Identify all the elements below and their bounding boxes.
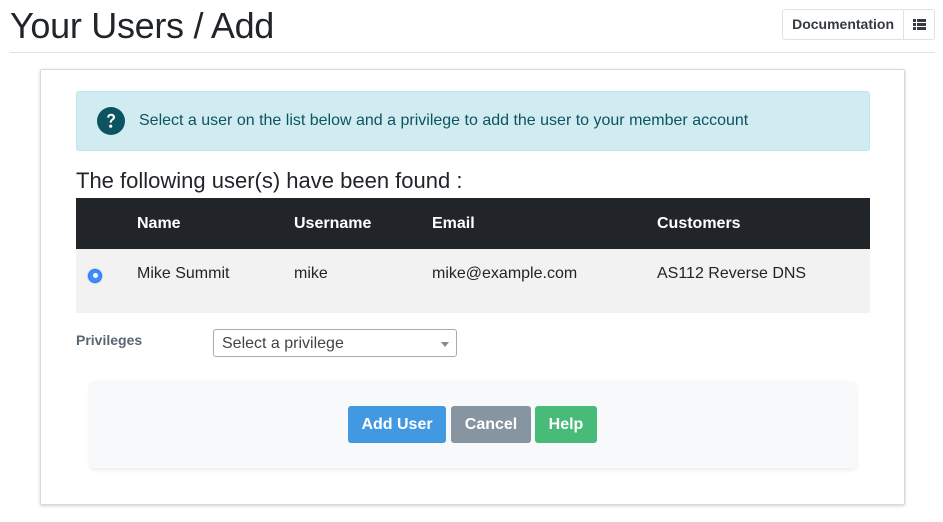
list-icon [912,19,926,30]
privileges-label: Privileges [76,332,143,348]
help-button[interactable]: Help [535,406,597,443]
info-alert: Select a user on the list below and a pr… [76,91,870,151]
table-header-row: Name Username Email Customers [76,198,870,249]
form-actions: Add User Cancel Help [90,381,856,468]
add-user-card: Select a user on the list below and a pr… [40,69,905,505]
row-select-cell [76,249,137,313]
user-select-radio[interactable] [88,268,102,283]
page-title: Your Users / Add [10,5,275,46]
customers-column-header: Customers [657,214,741,232]
user-email-cell: mike@example.com [432,265,578,282]
caret-down-icon [441,342,449,347]
user-username-cell: mike [294,265,328,282]
name-column-header: Name [137,214,181,232]
username-column-header: Username [294,214,372,232]
question-circle-icon [97,107,125,135]
documentation-button[interactable]: Documentation [782,9,903,40]
user-customers-cell: AS112 Reverse DNS [657,265,807,282]
add-user-button[interactable]: Add User [348,406,446,443]
user-name-cell: Mike Summit [137,265,230,282]
table-row: Mike Summit mike mike@example.com AS112 … [76,249,870,313]
alert-message: Select a user on the list below and a pr… [139,112,749,129]
privilege-select[interactable]: Select a privilege [213,329,457,357]
list-view-button[interactable] [903,9,935,40]
select-column-header [76,198,137,249]
found-users-heading: The following user(s) have been found : [76,168,463,193]
privilege-select-value: Select a privilege [222,335,344,352]
users-table: Name Username Email Customers Mike Summi… [76,198,870,313]
email-column-header: Email [432,214,475,232]
page-header: Your Users / Add Documentation [10,0,935,53]
header-button-group: Documentation [782,9,935,40]
cancel-button[interactable]: Cancel [451,406,531,443]
